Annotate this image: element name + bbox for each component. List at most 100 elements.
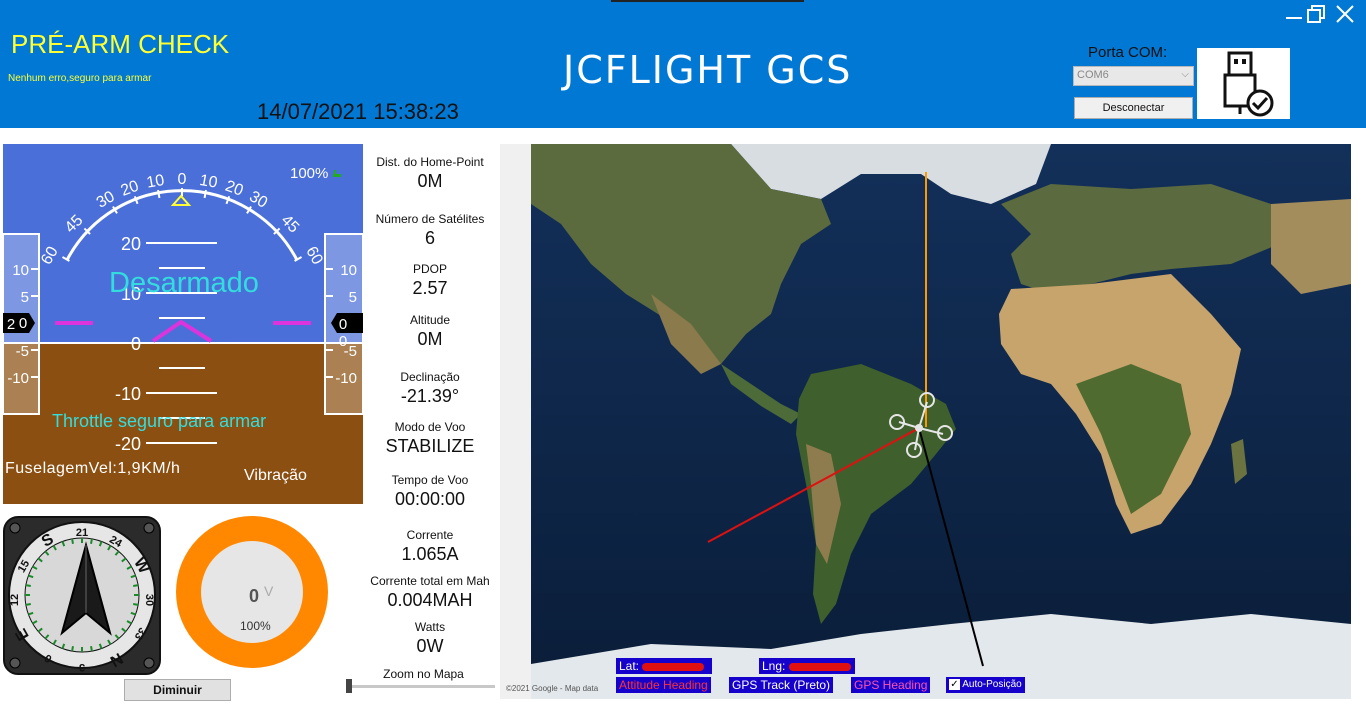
- compass-tick: [90, 538, 93, 544]
- vibration-label: Vibração: [244, 467, 307, 484]
- map-copyright: ©2021 Google - Map data: [506, 684, 599, 693]
- watts: Watts 0W: [355, 620, 505, 657]
- title-grip[interactable]: [611, 0, 804, 2]
- pitch-label: -10: [115, 384, 141, 404]
- compass-tick: [25, 603, 31, 606]
- telemetry-value: STABILIZE: [385, 436, 475, 456]
- datetime: 14/07/2021 15:38:23: [257, 99, 459, 124]
- bank-tick: [203, 189, 207, 199]
- battery-percent: 100%: [290, 165, 329, 182]
- redacted-mark: [642, 662, 705, 671]
- left-tape-label: -10: [7, 370, 29, 387]
- port-label: Porta COM:: [1088, 44, 1168, 61]
- compass-label: 21: [76, 527, 88, 539]
- longitude-label: Lng:: [762, 659, 786, 673]
- throttle-message: Throttle seguro para armar: [52, 411, 267, 431]
- satellite-count: Número de Satélites 6: [355, 212, 505, 249]
- longitude-badge: Lng:: [759, 658, 855, 674]
- compass-tick: [71, 646, 74, 652]
- bank-tick: [157, 189, 161, 199]
- left-tape-label: 5: [21, 289, 29, 306]
- auto-position-label: Auto-Posição: [962, 679, 1022, 690]
- left-tape-label: 10: [12, 262, 29, 279]
- pitch-label: -20: [115, 434, 141, 454]
- telemetry-value: 1.065A: [401, 544, 459, 564]
- chevron-down-icon: ⌵: [1181, 69, 1189, 80]
- telemetry-label: Corrente: [406, 528, 454, 542]
- compass-gauge: N 3 6 E 12 15 S 21 24 W 30 33: [3, 516, 161, 675]
- altitude: Altitude 0M: [355, 313, 505, 350]
- telemetry-value: -21.39°: [400, 386, 460, 406]
- flight-time: Tempo de Voo 00:00:00: [355, 473, 505, 510]
- zoom-slider[interactable]: [346, 685, 495, 688]
- bank-label: 10: [198, 172, 219, 192]
- right-tape-label: -10: [335, 370, 357, 387]
- telemetry-label: Declinação: [400, 370, 460, 384]
- redacted-mark: [788, 662, 851, 671]
- battery-gauge-percent: 100%: [240, 619, 271, 633]
- satellite-map[interactable]: [531, 144, 1351, 699]
- pitch-label: 0: [131, 334, 141, 354]
- close-icon[interactable]: [1334, 3, 1356, 25]
- total-current: Corrente total em Mah 0.004MAH: [355, 574, 505, 611]
- battery-unit: V: [264, 583, 274, 599]
- telemetry-value: 00:00:00: [394, 489, 466, 509]
- app-window: PRÉ-ARM CHECK Nenhum erro,seguro para ar…: [0, 0, 1366, 728]
- pdop: PDOP 2.57: [355, 262, 505, 299]
- compass-label: 3: [79, 661, 85, 673]
- telemetry-value: 0M: [417, 329, 443, 349]
- shrink-button[interactable]: Diminuir: [124, 679, 231, 701]
- zoom-slider-thumb[interactable]: [346, 679, 352, 693]
- compass-label: 30: [143, 594, 155, 606]
- telemetry-label: Número de Satélites: [375, 212, 485, 226]
- telemetry-label: Corrente total em Mah: [370, 574, 490, 588]
- compass-tick: [71, 538, 74, 544]
- gps-track-legend: GPS Track (Preto): [729, 677, 834, 693]
- prearm-title: PRÉ-ARM CHECK: [11, 29, 230, 59]
- right-tape-value: 0: [339, 316, 347, 333]
- telemetry-label: PDOP: [412, 262, 447, 276]
- arm-status: Desarmado: [109, 267, 259, 299]
- app-title: JCFLIGHT GCS: [563, 48, 853, 92]
- declination: Declinação -21.39°: [355, 370, 505, 407]
- usb-connected-icon: [1197, 48, 1290, 119]
- current: Corrente 1.065A: [355, 528, 505, 565]
- telemetry-label: Watts: [414, 620, 446, 634]
- home-distance: Dist. do Home-Point 0M: [355, 155, 505, 192]
- telemetry-value: 0.004MAH: [387, 590, 473, 610]
- compass-tick: [90, 646, 93, 652]
- left-tape-label: -5: [16, 343, 29, 360]
- port-value: COM6: [1077, 69, 1109, 81]
- telemetry-value: 0M: [417, 171, 443, 191]
- telemetry-value: 0W: [416, 636, 444, 656]
- gps-heading-legend: GPS Heading: [851, 677, 931, 693]
- latitude-label: Lat:: [619, 659, 640, 673]
- auto-position-toggle[interactable]: ✓ Auto-Posição: [946, 677, 1025, 693]
- left-tape-value: 2: [7, 316, 15, 333]
- bank-label: 10: [145, 172, 166, 192]
- zoom-label: Zoom no Mapa: [383, 667, 464, 681]
- telemetry-value: 2.57: [412, 278, 448, 298]
- left-tape-label: 0: [19, 315, 27, 332]
- disconnect-button[interactable]: Desconectar: [1074, 97, 1193, 119]
- pitch-label: 20: [121, 234, 141, 254]
- compass-label: 12: [9, 594, 21, 606]
- telemetry-label: Altitude: [409, 313, 451, 327]
- telemetry-label: Tempo de Voo: [391, 473, 469, 487]
- battery-voltage-gauge: 0 V 100%: [175, 515, 330, 670]
- port-select[interactable]: COM6 ⌵: [1073, 66, 1194, 86]
- latitude-badge: Lat:: [616, 658, 712, 674]
- header-bar: PRÉ-ARM CHECK Nenhum erro,seguro para ar…: [0, 0, 1366, 128]
- compass-tick: [133, 603, 139, 606]
- restore-icon[interactable]: [1305, 3, 1327, 25]
- compass-tick: [133, 584, 139, 587]
- airspeed-readout: FuselagemVel:1,9KM/h: [5, 460, 181, 477]
- telemetry-label: Modo de Voo: [394, 420, 466, 434]
- auto-position-checkbox[interactable]: ✓: [949, 678, 960, 690]
- attitude-heading-legend: Attitude Heading: [616, 677, 711, 693]
- telemetry-label: Dist. do Home-Point: [376, 155, 484, 169]
- flight-mode: Modo de Voo STABILIZE: [355, 420, 505, 457]
- minimize-icon[interactable]: [1283, 3, 1305, 25]
- prearm-message: Nenhum erro,seguro para armar: [8, 73, 152, 84]
- battery-voltage: 0: [249, 586, 260, 606]
